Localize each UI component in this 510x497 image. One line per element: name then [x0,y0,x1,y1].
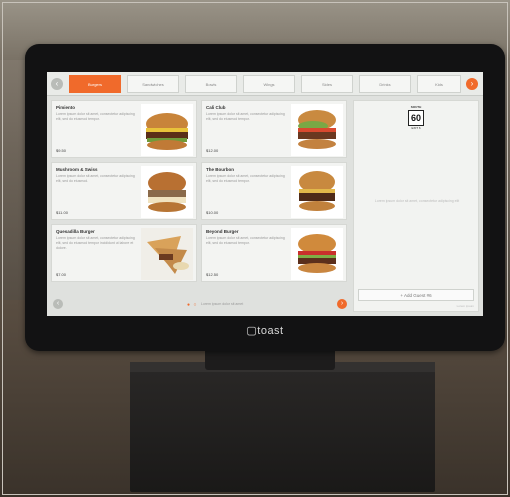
photo-frame [2,2,508,495]
